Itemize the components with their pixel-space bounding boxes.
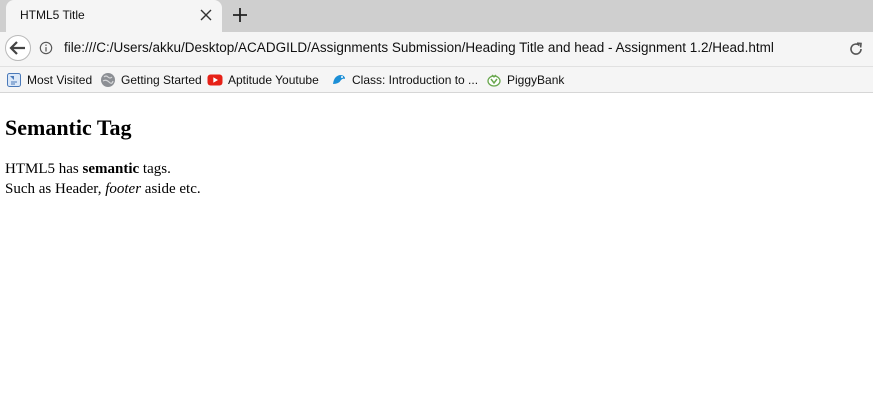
paragraph-text: aside etc. xyxy=(141,181,201,197)
bookmark-label: Aptitude Youtube xyxy=(228,73,319,87)
reload-icon[interactable] xyxy=(848,41,864,57)
page-content: Semantic Tag HTML5 has semantic tags. Su… xyxy=(0,93,873,199)
paragraph-text: tags. xyxy=(139,161,171,177)
address-bar[interactable]: file:///C:/Users/akku/Desktop/ACADGILD/A… xyxy=(64,40,774,55)
navigation-bar: file:///C:/Users/akku/Desktop/ACADGILD/A… xyxy=(0,32,873,67)
paragraph-text: HTML5 has xyxy=(5,161,83,177)
bookmark-aptitude-youtube[interactable]: Aptitude Youtube xyxy=(207,72,319,88)
back-button[interactable] xyxy=(5,35,31,61)
new-tab-icon[interactable] xyxy=(232,7,248,23)
italic-text: footer xyxy=(105,181,142,197)
bookmark-label: Class: Introduction to ... xyxy=(352,73,479,87)
bookmark-most-visited[interactable]: Most Visited xyxy=(6,72,92,88)
globe-icon xyxy=(101,73,115,87)
tab-strip: HTML5 Title xyxy=(0,0,873,32)
back-arrow-icon xyxy=(9,41,25,55)
page-heading: Semantic Tag xyxy=(5,115,132,140)
bookmarks-toolbar: Most Visited Getting Started Aptitude Yo… xyxy=(0,67,873,93)
bold-text: semantic xyxy=(82,161,140,177)
bookmark-label: Most Visited xyxy=(27,73,93,87)
class-icon xyxy=(333,75,345,84)
bookmark-class-introduction[interactable]: Class: Introduction to ... xyxy=(331,72,478,88)
piggybank-icon xyxy=(487,74,501,87)
youtube-icon xyxy=(207,74,223,86)
most-visited-icon xyxy=(7,73,21,87)
close-tab-icon[interactable] xyxy=(198,7,214,23)
tab-title: HTML5 Title xyxy=(20,8,85,22)
bookmark-label: PiggyBank xyxy=(507,73,565,87)
paragraph-text: Such as Header, xyxy=(5,181,106,197)
page-paragraph: HTML5 has semantic tags. Such as Header,… xyxy=(5,159,868,199)
site-info-icon[interactable] xyxy=(39,41,53,55)
bookmark-getting-started[interactable]: Getting Started xyxy=(100,72,202,88)
tab-active[interactable]: HTML5 Title xyxy=(6,0,222,32)
bookmark-piggybank[interactable]: PiggyBank xyxy=(486,72,564,88)
bookmark-label: Getting Started xyxy=(121,73,202,87)
